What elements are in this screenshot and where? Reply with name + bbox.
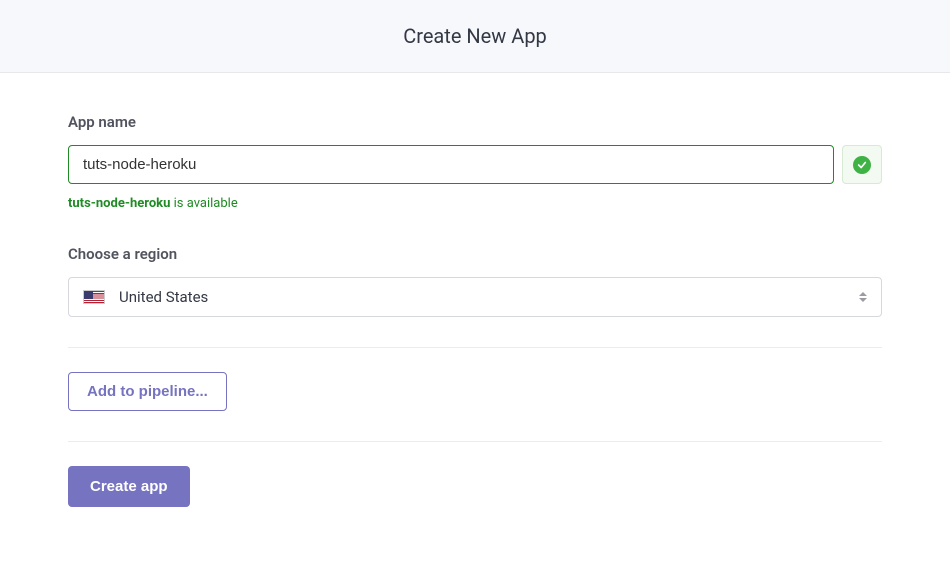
divider — [68, 441, 882, 442]
app-name-input[interactable] — [68, 145, 834, 184]
add-to-pipeline-button[interactable]: Add to pipeline... — [68, 372, 227, 411]
page-title: Create New App — [0, 24, 950, 48]
region-selected-value: United States — [119, 288, 208, 306]
availability-status-box — [842, 145, 882, 184]
app-name-section: App name tuts-node-heroku is available — [68, 113, 882, 211]
divider — [68, 347, 882, 348]
availability-message: tuts-node-heroku is available — [68, 196, 882, 211]
region-section: Choose a region United States — [68, 245, 882, 317]
app-name-label: App name — [68, 113, 882, 131]
region-label: Choose a region — [68, 245, 882, 263]
chevron-sort-icon — [859, 292, 867, 302]
page-header: Create New App — [0, 0, 950, 73]
app-name-input-row — [68, 145, 882, 184]
us-flag-icon — [83, 290, 105, 304]
check-circle-icon — [853, 156, 871, 174]
form-content: App name tuts-node-heroku is available C… — [0, 73, 950, 507]
region-select[interactable]: United States — [68, 277, 882, 317]
availability-suffix: is available — [170, 196, 237, 211]
availability-name: tuts-node-heroku — [68, 196, 170, 211]
create-app-button[interactable]: Create app — [68, 466, 190, 507]
